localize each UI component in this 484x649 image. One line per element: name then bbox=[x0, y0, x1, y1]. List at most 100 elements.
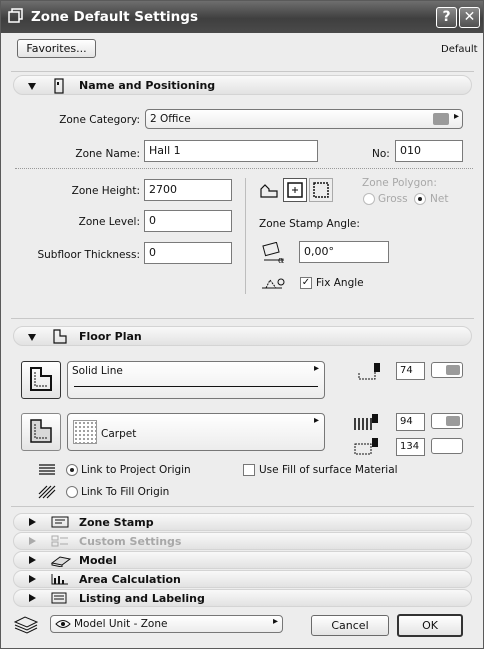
link-fill-origin-label: Link To Fill Origin bbox=[81, 486, 170, 498]
fill-background-color-picker[interactable] bbox=[431, 438, 463, 454]
subfloor-thickness-field[interactable]: 0 bbox=[144, 242, 232, 264]
section-zone-stamp[interactable]: Zone Stamp bbox=[13, 513, 472, 531]
fix-angle-checkbox[interactable]: ✓ bbox=[300, 277, 312, 289]
zone-fill-icon bbox=[30, 419, 52, 443]
net-label: Net bbox=[430, 193, 449, 205]
floor-plan-icon bbox=[53, 329, 67, 344]
line-pen-field[interactable]: 74 bbox=[396, 362, 425, 380]
polygon-height-icon bbox=[260, 184, 278, 198]
section-title: Custom Settings bbox=[79, 535, 182, 548]
gross-radio[interactable] bbox=[363, 193, 375, 205]
svg-text:α: α bbox=[278, 256, 284, 264]
fill-foreground-color-picker[interactable] bbox=[431, 413, 463, 429]
chevron-right-icon: ▸ bbox=[314, 415, 320, 426]
section-title: Name and Positioning bbox=[79, 79, 216, 92]
close-button[interactable]: ✕ bbox=[459, 7, 480, 28]
divider bbox=[11, 506, 474, 507]
layers-icon bbox=[13, 616, 39, 634]
section-custom-settings[interactable]: Custom Settings bbox=[13, 532, 472, 550]
layer-select-value: Model Unit - Zone bbox=[74, 618, 168, 630]
link-project-origin-label: Link to Project Origin bbox=[81, 464, 191, 476]
use-surface-fill-checkbox[interactable] bbox=[243, 464, 255, 476]
section-title: Floor Plan bbox=[79, 330, 142, 343]
app-icon bbox=[8, 8, 23, 23]
collapsed-triangle-icon[interactable] bbox=[29, 537, 36, 545]
listing-labeling-icon bbox=[51, 592, 67, 604]
area-calculation-icon bbox=[51, 574, 68, 585]
stamp-angle-field[interactable]: 0,00° bbox=[299, 241, 389, 263]
section-title: Zone Stamp bbox=[79, 516, 154, 529]
zone-height-label: Zone Height: bbox=[71, 185, 140, 197]
favorites-button[interactable]: Favorites... bbox=[17, 39, 96, 58]
fill-background-pen-icon bbox=[354, 438, 378, 455]
fix-angle-label: Fix Angle bbox=[316, 277, 364, 289]
fill-origin-icon bbox=[38, 485, 56, 499]
title-bar[interactable]: Zone Default Settings ? ✕ bbox=[1, 1, 483, 33]
section-area-calculation[interactable]: Area Calculation bbox=[13, 570, 472, 588]
fill-foreground-pen-icon bbox=[354, 414, 378, 430]
gross-polygon-icon bbox=[287, 182, 303, 198]
link-project-origin-radio[interactable] bbox=[66, 464, 78, 476]
line-type-value: Solid Line bbox=[72, 365, 123, 377]
chevron-right-icon: ▸ bbox=[454, 111, 460, 122]
gross-polygon-button[interactable] bbox=[283, 178, 307, 202]
fill-toggle-button[interactable] bbox=[21, 413, 61, 451]
divider bbox=[11, 318, 474, 319]
zone-name-field[interactable]: Hall 1 bbox=[144, 140, 318, 162]
fill-background-pen-field[interactable]: 134 bbox=[396, 438, 425, 456]
fill-type-value: Carpet bbox=[101, 428, 137, 440]
section-listing-labeling[interactable]: Listing and Labeling bbox=[13, 589, 472, 607]
collapsed-triangle-icon[interactable] bbox=[29, 518, 36, 526]
collapsed-triangle-icon[interactable] bbox=[29, 556, 36, 564]
category-color-swatch bbox=[433, 113, 449, 125]
divider bbox=[11, 71, 474, 72]
zone-contour-icon bbox=[30, 367, 52, 391]
section-model[interactable]: Model bbox=[13, 551, 472, 569]
fix-angle-icon bbox=[262, 278, 285, 289]
section-floor-plan[interactable]: Floor Plan bbox=[13, 326, 472, 346]
zone-polygon-label: Zone Polygon: bbox=[362, 177, 437, 189]
net-polygon-icon bbox=[313, 182, 329, 198]
expanded-triangle-icon[interactable] bbox=[28, 83, 36, 90]
zone-height-field[interactable]: 2700 bbox=[144, 179, 232, 201]
zone-category-select[interactable]: 2 Office ▸ bbox=[145, 109, 463, 129]
chevron-right-icon: ▸ bbox=[273, 616, 279, 627]
chevron-right-icon: ▸ bbox=[314, 363, 320, 374]
zone-category-value: 2 Office bbox=[150, 113, 191, 125]
fill-type-select[interactable]: Carpet ▸ bbox=[67, 413, 325, 451]
project-origin-fill-icon bbox=[39, 464, 55, 475]
line-type-preview bbox=[74, 386, 318, 387]
section-title: Area Calculation bbox=[79, 573, 181, 586]
fill-foreground-pen-field[interactable]: 94 bbox=[396, 413, 425, 431]
net-polygon-button[interactable] bbox=[309, 178, 333, 202]
pen-color-swatch bbox=[446, 365, 460, 375]
use-surface-fill-label: Use Fill of surface Material bbox=[259, 464, 398, 476]
layer-select[interactable]: Model Unit - Zone ▸ bbox=[50, 615, 283, 633]
tag-icon bbox=[54, 78, 64, 94]
ok-button[interactable]: OK bbox=[397, 614, 463, 637]
vertical-divider bbox=[245, 178, 246, 294]
section-name-positioning[interactable]: Name and Positioning bbox=[13, 75, 472, 95]
help-button[interactable]: ? bbox=[436, 7, 457, 28]
link-fill-origin-radio[interactable] bbox=[66, 486, 78, 498]
line-type-select[interactable]: Solid Line ▸ bbox=[67, 361, 325, 399]
expanded-triangle-icon[interactable] bbox=[28, 334, 36, 341]
collapsed-triangle-icon[interactable] bbox=[29, 594, 36, 602]
zone-number-field[interactable]: 010 bbox=[395, 140, 463, 162]
line-pen-icon bbox=[358, 363, 380, 380]
collapsed-triangle-icon[interactable] bbox=[29, 575, 36, 583]
cancel-button[interactable]: Cancel bbox=[311, 615, 389, 636]
zone-name-label: Zone Name: bbox=[75, 148, 140, 160]
zone-level-field[interactable]: 0 bbox=[144, 210, 232, 232]
line-pen-color-picker[interactable] bbox=[431, 362, 463, 378]
dotted-divider bbox=[15, 168, 473, 169]
model-icon bbox=[50, 556, 72, 567]
stamp-angle-icon: α bbox=[262, 242, 284, 264]
zone-stamp-icon bbox=[51, 516, 69, 528]
zone-level-label: Zone Level: bbox=[78, 216, 140, 228]
section-title: Listing and Labeling bbox=[79, 592, 205, 605]
no-label: No: bbox=[372, 148, 390, 160]
net-radio[interactable] bbox=[414, 193, 426, 205]
contour-toggle-button[interactable] bbox=[21, 361, 61, 399]
default-label: Default bbox=[441, 44, 478, 55]
